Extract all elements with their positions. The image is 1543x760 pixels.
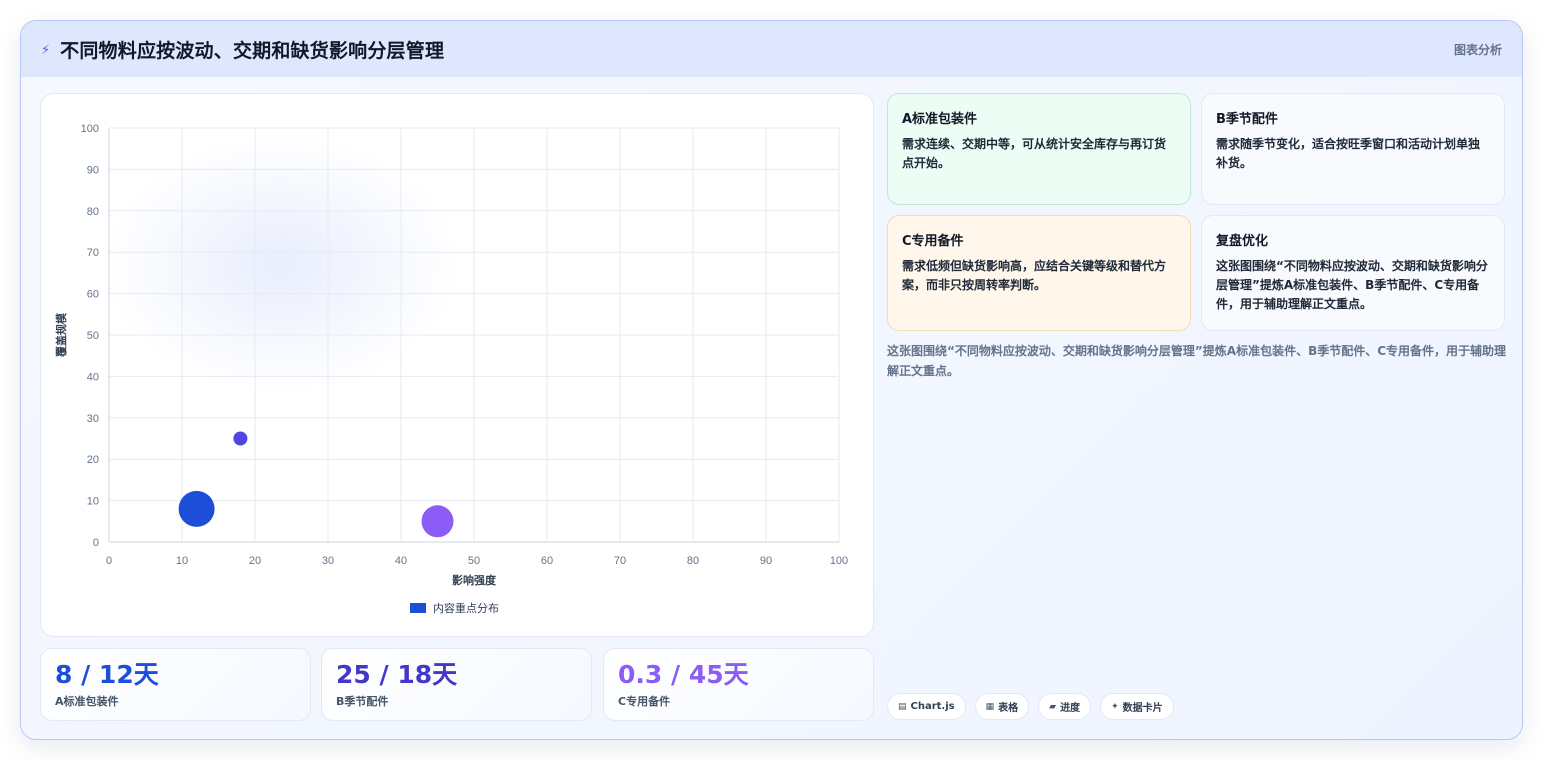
card-header: ⚡ 不同物料应按波动、交期和缺货影响分层管理 图表分析 [21, 21, 1522, 77]
y-tick-label: 40 [87, 371, 99, 383]
y-tick-label: 100 [81, 123, 99, 135]
stat-label: A标准包装件 [55, 695, 119, 708]
x-tick-label: 90 [760, 555, 772, 567]
info-card-a: A标准包装件 需求连续、交期中等，可从统计安全库存与再订货点开始。 [887, 93, 1191, 205]
stat-card-b: 25 / 18天 B季节配件 [321, 648, 592, 721]
y-tick-label: 50 [87, 330, 99, 342]
info-card-text: 需求连续、交期中等，可从统计安全库存与再订货点开始。 [902, 137, 1167, 170]
bubble-chart: 0 10 20 30 40 50 60 70 80 90 100 0 10 20 30 40 50 60 70 80 9… [54, 123, 848, 615]
x-tick-label: 0 [106, 555, 112, 567]
main-card: ⚡ 不同物料应按波动、交期和缺货影响分层管理 图表分析 0 10 20 30 40 50 6… [20, 20, 1523, 740]
page-title: 不同物料应按波动、交期和缺货影响分层管理 [60, 39, 445, 62]
info-card-text: 需求低频但缺货影响高，应结合关键等级和替代方案，而非只按周转率判断。 [902, 259, 1167, 292]
stat-value: 25 / 18天 [336, 660, 458, 689]
y-tick-label: 90 [87, 164, 99, 176]
stat-value: 8 / 12天 [55, 660, 159, 689]
info-card-review: 复盘优化 这张图围绕“不同物料应按波动、交期和缺货影响分层管理”提炼A标准包装件… [1201, 215, 1505, 331]
info-card-text: 需求随季节变化，适合按旺季窗口和活动计划单独补货。 [1216, 137, 1481, 170]
info-card-title: 复盘优化 [1216, 234, 1269, 249]
stat-card-c: 0.3 / 45天 C专用备件 [603, 648, 874, 721]
legend-swatch [410, 603, 426, 613]
y-tick-label: 60 [87, 289, 99, 301]
legend-label: 内容重点分布 [433, 601, 499, 615]
chip-chartjs[interactable]: ▤ Chart.js [887, 693, 966, 720]
table-icon: ▦ [985, 701, 995, 712]
stat-label: B季节配件 [336, 695, 389, 708]
chip-table[interactable]: ▦ 表格 [974, 693, 1030, 720]
stat-card-a: 8 / 12天 A标准包装件 [40, 648, 311, 721]
y-tick-label: 80 [87, 206, 99, 218]
stat-label: C专用备件 [618, 695, 671, 708]
chip-label: 进度 [1060, 703, 1081, 714]
x-tick-label: 40 [395, 555, 407, 567]
x-tick-label: 60 [541, 555, 553, 567]
y-tick-label: 10 [87, 496, 99, 508]
bubble-point [178, 490, 215, 527]
lightning-icon: ⚡ [41, 42, 51, 58]
chip-progress[interactable]: ▰ 进度 [1038, 693, 1092, 720]
bubble-point [233, 431, 248, 446]
x-axis-label: 影响强度 [452, 573, 497, 587]
x-tick-label: 50 [468, 555, 480, 567]
info-card-text: 这张图围绕“不同物料应按波动、交期和缺货影响分层管理”提炼A标准包装件、B季节配… [1216, 259, 1488, 311]
y-tick-label: 0 [93, 537, 99, 549]
chart-panel: 0 10 20 30 40 50 60 70 80 90 100 0 10 20 30 40 50 60 70 80 9… [40, 93, 874, 637]
feature-chips: ▤ Chart.js ▦ 表格 ▰ 进度 ✦ 数据卡片 [887, 693, 1174, 720]
y-axis-label: 覆盖规模 [54, 312, 68, 357]
chip-label: 表格 [998, 703, 1019, 714]
y-tick-label: 70 [87, 247, 99, 259]
header-tag: 图表分析 [1453, 43, 1502, 57]
info-card-b: B季节配件 需求随季节变化，适合按旺季窗口和活动计划单独补货。 [1201, 93, 1505, 205]
chip-data-card[interactable]: ✦ 数据卡片 [1100, 693, 1174, 720]
x-tick-label: 100 [830, 555, 848, 567]
x-tick-label: 80 [687, 555, 699, 567]
chip-label: Chart.js [910, 701, 955, 712]
info-card-title: B季节配件 [1216, 112, 1278, 127]
x-tick-label: 10 [176, 555, 188, 567]
progress-icon: ▰ [1049, 701, 1057, 712]
info-card-title: C专用备件 [902, 234, 964, 249]
x-tick-label: 20 [249, 555, 261, 567]
info-card-title: A标准包装件 [902, 112, 978, 127]
x-tick-label: 30 [322, 555, 334, 567]
stat-value: 0.3 / 45天 [618, 660, 749, 689]
bubble-point [421, 505, 454, 538]
info-card-c: C专用备件 需求低频但缺货影响高，应结合关键等级和替代方案，而非只按周转率判断。 [887, 215, 1191, 331]
x-tick-label: 70 [614, 555, 626, 567]
sparkle-icon: ✦ [1111, 701, 1119, 712]
y-tick-label: 20 [87, 454, 99, 466]
chart-icon: ▤ [898, 701, 907, 712]
summary-text: 这张图围绕“不同物料应按波动、交期和缺货影响分层管理”提炼A标准包装件、B季节配… [887, 344, 1507, 378]
chip-label: 数据卡片 [1122, 703, 1163, 714]
y-tick-label: 30 [87, 413, 99, 425]
